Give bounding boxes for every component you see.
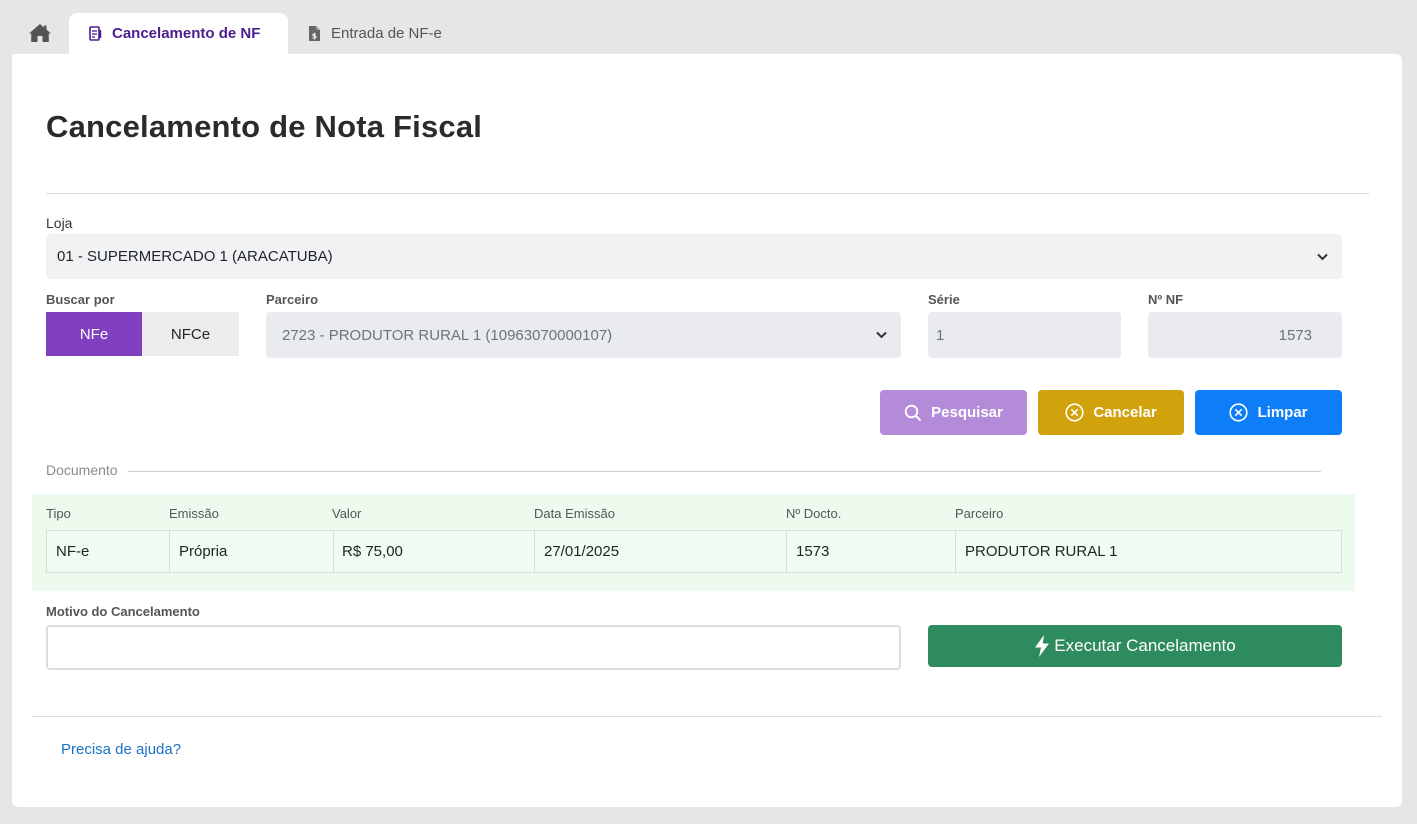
executar-cancelamento-button[interactable]: Executar Cancelamento [928,625,1342,667]
svg-text:$: $ [312,32,317,41]
motivo-label: Motivo do Cancelamento [46,604,200,619]
cell-tipo: NF-e [47,531,170,572]
column-header-data-emissao: Data Emissão [534,506,615,521]
column-header-valor: Valor [332,506,362,521]
page-title: Cancelamento de Nota Fiscal [46,109,483,144]
limpar-label: Limpar [1257,404,1308,421]
loja-select[interactable]: 01 - SUPERMERCADO 1 (ARACATUBA) [46,234,1342,279]
serie-field[interactable]: 1 [928,312,1121,358]
column-header-tipo: Tipo [46,506,71,521]
file-dollar-icon: $ [307,26,321,42]
tab-bar: Cancelamento de NF $ Entrada de NF-e [0,0,1417,54]
x-circle-icon [1229,403,1249,422]
bolt-icon [1035,635,1050,657]
tab-cancelamento-nf[interactable]: Cancelamento de NF [69,13,288,54]
home-tab[interactable] [22,18,58,48]
column-header-emissao: Emissão [169,506,219,521]
x-circle-icon [1065,403,1084,422]
home-icon [29,24,51,42]
title-divider [46,193,1369,194]
limpar-button[interactable]: Limpar [1195,390,1342,435]
buscar-por-toggle: NFe NFCe [46,312,239,356]
documento-divider [128,471,1321,472]
help-link[interactable]: Precisa de ajuda? [61,741,181,758]
motivo-input[interactable] [46,625,901,670]
cancelar-button[interactable]: Cancelar [1038,390,1184,435]
buscar-nfce-button[interactable]: NFCe [142,312,239,356]
table-row[interactable]: NF-e Própria R$ 75,00 27/01/2025 1573 PR… [46,530,1342,573]
nnf-label: Nº NF [1148,292,1184,307]
parceiro-value: 2723 - PRODUTOR RURAL 1 (10963070000107) [282,326,613,344]
footer-divider [32,716,1382,717]
cell-parceiro: PRODUTOR RURAL 1 [965,543,1118,560]
document-icon [88,26,102,42]
parceiro-select[interactable]: 2723 - PRODUTOR RURAL 1 (10963070000107) [266,312,901,358]
cell-num-docto: 1573 [787,531,956,572]
column-header-parceiro: Parceiro [955,506,1004,521]
main-card: Cancelamento de Nota Fiscal Loja 01 - SU… [12,54,1402,807]
cell-valor: R$ 75,00 [334,531,535,572]
documento-legend: Documento [46,462,118,478]
documento-panel: Tipo Emissão Valor Data Emissão Nº Docto… [32,494,1355,591]
tab-label: Entrada de NF-e [331,25,442,42]
parceiro-label: Parceiro [266,292,319,307]
tab-entrada-nfe[interactable]: $ Entrada de NF-e [303,13,442,54]
search-icon [904,404,922,421]
tab-label: Cancelamento de NF [112,25,261,42]
chevron-down-icon [875,329,887,341]
chevron-down-icon [1316,251,1328,263]
pesquisar-label: Pesquisar [931,404,1003,421]
cell-emissao: Própria [170,531,334,572]
pesquisar-button[interactable]: Pesquisar [880,390,1027,435]
cancelar-label: Cancelar [1093,404,1157,421]
buscar-nfe-button[interactable]: NFe [46,312,142,356]
column-header-num-docto: Nº Docto. [786,506,842,521]
nnf-field[interactable]: 1573 [1148,312,1342,358]
buscar-label: Buscar por [46,292,115,307]
loja-label: Loja [46,215,73,231]
executar-label: Executar Cancelamento [1054,636,1236,655]
cell-data-emissao: 27/01/2025 [535,531,787,572]
loja-value: 01 - SUPERMERCADO 1 (ARACATUBA) [57,248,333,265]
serie-label: Série [928,292,960,307]
